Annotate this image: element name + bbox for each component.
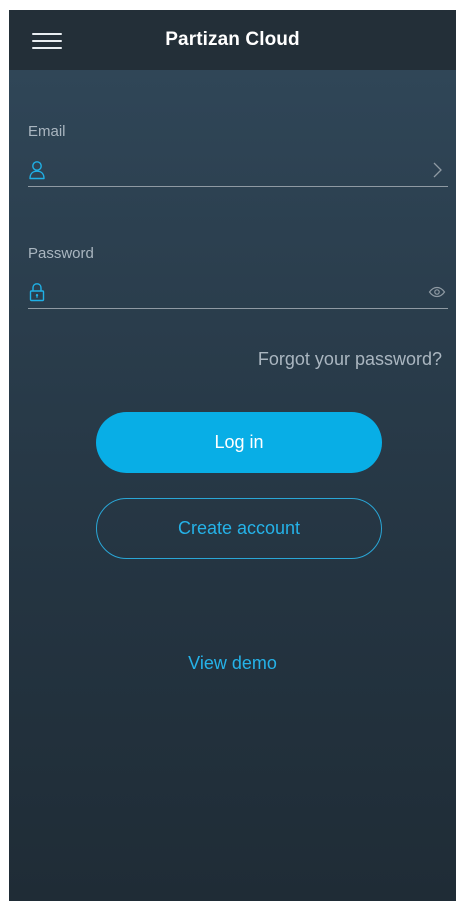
email-label: Email: [28, 123, 66, 140]
view-demo-link[interactable]: View demo: [9, 653, 456, 674]
email-field[interactable]: [28, 156, 448, 187]
app-title: Partizan Cloud: [165, 29, 300, 50]
user-icon: [29, 161, 45, 180]
app-screen: Partizan Cloud Email Password Forgot you…: [9, 10, 456, 901]
forgot-password-link[interactable]: Forgot your password?: [258, 349, 442, 370]
eye-icon[interactable]: [428, 282, 446, 302]
create-account-button[interactable]: Create account: [96, 498, 382, 559]
lock-icon: [29, 283, 45, 302]
top-bar: Partizan Cloud: [9, 10, 456, 70]
password-label: Password: [28, 245, 94, 262]
password-input[interactable]: [56, 278, 420, 308]
chevron-right-icon[interactable]: [428, 160, 446, 180]
email-input[interactable]: [56, 156, 420, 186]
password-field[interactable]: [28, 278, 448, 309]
login-button[interactable]: Log in: [96, 412, 382, 473]
